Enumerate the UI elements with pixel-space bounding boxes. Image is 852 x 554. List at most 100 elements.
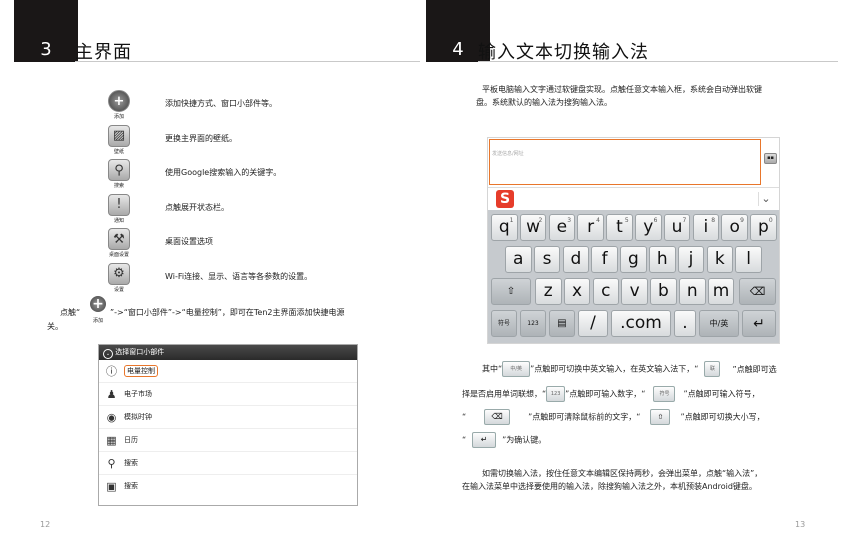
clipboard-key[interactable]: ▤ [549, 310, 575, 337]
icon-description: 添加快捷方式、窗口小部件等。 [165, 99, 277, 108]
key-t[interactable]: t5 [606, 214, 633, 241]
header-rule-left [75, 61, 420, 62]
key-n[interactable]: n [679, 278, 706, 305]
key-u[interactable]: u7 [663, 214, 691, 241]
symbol-key[interactable]: 符号 [491, 310, 517, 337]
key-l[interactable]: l [735, 246, 762, 273]
key-e[interactable]: e3 [548, 214, 576, 241]
key-q[interactable]: q1 [491, 214, 518, 241]
key-j[interactable]: j [677, 246, 705, 273]
widget-item-label: 电子市场 [124, 390, 152, 398]
symbol-mini-key: 符号 [653, 386, 676, 402]
search-icon: ▣ [106, 479, 117, 493]
paragraph-line-3: “⌫ ”点触即可清除鼠标前的文字，“ ⇧ ”点触即可切换大小写， [462, 409, 765, 425]
icon-description: 使用Google搜索输入的关键字。 [165, 168, 282, 177]
send-icon[interactable]: ▪▪ [764, 153, 777, 164]
key-label: z [543, 281, 553, 301]
icon-description: Wi-Fi连接、显示、语言等各参数的设置。 [165, 271, 313, 281]
key-hint: 4 [596, 217, 600, 224]
key-label: ▤ [557, 317, 567, 329]
lang-switch-key[interactable]: 中/英 [699, 310, 739, 337]
shift-key[interactable]: ⇧ [491, 278, 531, 305]
ime-toolbar: S ⌄ [488, 187, 779, 211]
keyboard-screenshot: 发送信息/网址 ▪▪ S ⌄ q1w2e3r4t5y6u7i8o9p0asdfg… [487, 137, 780, 344]
key-label: q [498, 217, 510, 237]
key-label: a [513, 249, 524, 269]
key-i[interactable]: i8 [692, 214, 720, 241]
battery-icon: ⓘ [106, 365, 117, 378]
key-label: m [712, 281, 730, 301]
widget-item-label: 日历 [124, 436, 138, 444]
widget-list-item[interactable]: ⚲ 搜索 [99, 452, 357, 475]
slash-key[interactable]: / [578, 310, 608, 337]
gear-icon: ⚙ [108, 262, 130, 285]
key-r[interactable]: r4 [577, 214, 604, 241]
page-number-left: 3 [14, 0, 78, 62]
key-m[interactable]: m [707, 278, 735, 305]
key-v[interactable]: v [621, 278, 648, 305]
backspace-mini-key: ⌫ [484, 409, 511, 425]
key-g[interactable]: g [620, 246, 647, 273]
widget-list-item[interactable]: ◉ 模拟时钟 [99, 406, 357, 429]
key-z[interactable]: z [535, 278, 562, 305]
page-footer-right: 13 [795, 520, 806, 529]
search-icon: ⚲ [108, 159, 130, 181]
widget-list-item[interactable]: ⓘ 电量控制 [99, 360, 357, 383]
lang-toggle-mini-key: 中/英 [502, 361, 531, 377]
dot-key[interactable]: . [674, 310, 696, 337]
note-line-1: 点触“ [60, 308, 81, 317]
key-c[interactable]: c [592, 278, 620, 305]
key-h[interactable]: h [649, 246, 676, 273]
key-b[interactable]: b [650, 278, 677, 305]
key-o[interactable]: o9 [721, 214, 748, 241]
key-label: d [570, 249, 582, 269]
key-label: u [671, 217, 683, 237]
key-w[interactable]: w2 [519, 214, 547, 241]
sogou-logo-icon[interactable]: S [496, 190, 514, 208]
widget-list-item[interactable]: ▦ 日历 [99, 429, 357, 452]
number-key[interactable]: 123 [520, 310, 546, 337]
key-label: p [758, 217, 769, 237]
key-label: b [658, 281, 669, 301]
key-hint: 7 [682, 217, 687, 224]
key-label: ↵ [753, 315, 765, 332]
widget-list-item[interactable]: ♟ 电子市场 [99, 383, 357, 406]
key-label: o [729, 217, 740, 237]
key-label: c [601, 281, 611, 301]
key-hint: 8 [711, 217, 716, 224]
text-input-box[interactable]: 发送信息/网址 [489, 139, 761, 185]
key-label: ⌫ [749, 285, 766, 298]
soft-keyboard: q 1 w 2 e 3 r 4 t 5 y 6 u 7 i 8 o 9 p 0 a s d f g h j k l ⇧ z x c v b n m ⌫ 符号… [488, 210, 779, 343]
key-a[interactable]: a [505, 246, 532, 273]
wallpaper-icon: ▨ [108, 124, 130, 147]
widget-item-label: 模拟时钟 [124, 413, 152, 421]
key-label: 中/英 [709, 318, 729, 328]
key-k[interactable]: k [706, 246, 734, 273]
icon-label: 设置 [113, 286, 124, 293]
add-icon: + [90, 296, 106, 312]
page-footer-left: 12 [40, 520, 51, 529]
intro-line-1: 平板电脑输入文字通过软键盘实现。点触任意文本输入框，系统会自动弹出软键 [482, 85, 762, 94]
backspace-key[interactable]: ⌫ [739, 278, 776, 305]
icon-label: 桌面设置 [108, 252, 129, 258]
key-y[interactable]: y6 [635, 214, 662, 241]
key-s[interactable]: s [533, 246, 561, 273]
key-label: .com [620, 313, 662, 333]
chevron-down-icon[interactable]: ⌄ [758, 192, 773, 206]
key-label: s [542, 249, 552, 269]
key-d[interactable]: d [562, 246, 590, 273]
key-label: y [643, 217, 654, 237]
add-icon: + [108, 90, 130, 112]
widget-list-item[interactable]: ▣ 搜索 [99, 475, 357, 497]
outro-line-2: 在输入法菜单中选择要使用的输入法，除搜狗输入法之外，本机预装Android键盘。 [462, 482, 757, 491]
dotcom-key[interactable]: .com [611, 310, 671, 337]
enter-key[interactable]: ↵ [742, 310, 776, 337]
enter-mini-key: ↵ [472, 432, 497, 448]
key-label: . [682, 313, 688, 333]
key-label: t [616, 217, 623, 237]
clock-icon: ◉ [106, 410, 117, 424]
key-p[interactable]: p0 [750, 214, 777, 241]
key-x[interactable]: x [563, 278, 591, 305]
key-f[interactable]: f [591, 246, 618, 273]
key-label: e [556, 217, 568, 237]
